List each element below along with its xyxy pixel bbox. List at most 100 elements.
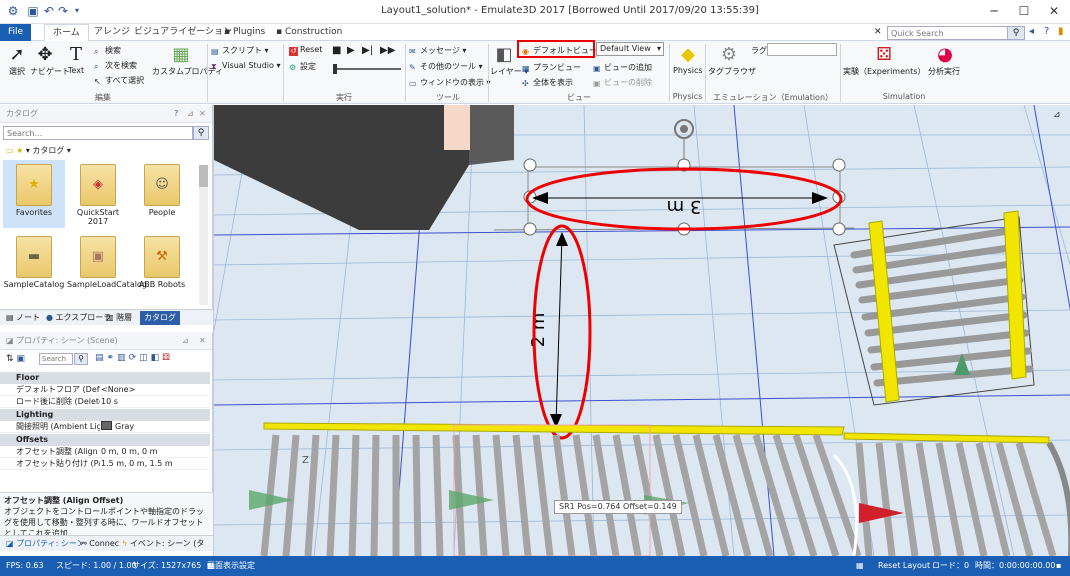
sort-alpha-icon[interactable]: ▣ <box>16 354 25 364</box>
prop-row[interactable]: デフォルトフロア (Default<None> <box>0 384 210 396</box>
delete-view-button[interactable]: ▣ ビューの削除 <box>593 77 652 88</box>
prop-section-floor[interactable]: Floor <box>0 372 210 384</box>
pin-ribbon-icon[interactable]: ✕ <box>874 27 882 37</box>
tab-hierarchy[interactable]: ▥ 階層 <box>102 311 136 325</box>
select-all-button[interactable]: ↖ すべて選択 <box>94 75 144 86</box>
find-next-button[interactable]: ⌕ 次を検索 <box>94 60 137 71</box>
help-icon[interactable]: ◂ <box>1029 26 1034 37</box>
scene-drawing[interactable]: 3 m 2 m Z <box>214 105 1070 556</box>
undo-icon[interactable]: ↶ <box>42 4 56 18</box>
minimize-button[interactable]: ─ <box>979 0 1009 22</box>
tab-home[interactable]: ホーム <box>44 24 89 41</box>
refresh-icon[interactable]: ⟳ <box>129 353 140 363</box>
catalog-item-quickstart[interactable]: ◈ QuickStart 2017 <box>67 160 129 228</box>
catalog-item-abb-robots[interactable]: ⚒ ABB Robots <box>131 232 193 306</box>
pin-icon[interactable]: ⊿ <box>182 332 189 350</box>
copy-icon[interactable]: ▤ <box>95 353 107 363</box>
experiments-button[interactable]: ⚄ 実験（Experiments） <box>843 44 925 77</box>
maximize-button[interactable]: ☐ <box>1009 0 1039 22</box>
catalog-item-favorites[interactable]: ★ Favorites <box>3 160 65 228</box>
quick-search-icon[interactable]: ⚲ <box>1007 26 1025 40</box>
tab-file[interactable]: File <box>0 24 32 41</box>
text-button[interactable]: T Text <box>65 44 87 75</box>
account-lock-icon[interactable]: ▮ <box>1058 26 1064 37</box>
select-button[interactable]: ➚ 選択 <box>6 44 28 77</box>
message-dropdown[interactable]: ✉ メッセージ ▾ <box>409 45 466 56</box>
close-icon[interactable]: ✕ <box>199 105 206 123</box>
prop-row[interactable]: オフセット貼り付け (Paste1.5 m, 0 m, 1.5 m <box>0 458 210 470</box>
catalog-search-input[interactable] <box>3 126 193 140</box>
wall-block[interactable] <box>214 105 469 230</box>
search-icon[interactable]: ⚲ <box>193 126 209 140</box>
scrollbar-thumb[interactable] <box>199 165 208 187</box>
prop-row[interactable]: 間接照明 (Ambient Lig Gray <box>0 421 210 433</box>
step-button[interactable]: ▶| <box>362 45 373 56</box>
prop-value[interactable]: Gray <box>101 421 134 433</box>
stop-button[interactable]: ■ <box>332 45 341 56</box>
tab-connections[interactable]: ⚯ Connec <box>76 537 123 551</box>
tab-catalog[interactable]: カタログ <box>140 311 180 325</box>
tab-notes[interactable]: ▤ ノート <box>2 311 44 325</box>
catalog-item-sampleloadcatalog[interactable]: ▣ SampleLoadCatalog <box>67 232 147 306</box>
add-view-button[interactable]: ▣ ビューの追加 <box>593 62 652 73</box>
close-icon[interactable]: ✕ <box>199 332 206 350</box>
cube-icon[interactable]: ◫ <box>139 353 151 363</box>
script-dropdown[interactable]: ▤ スクリプト ▾ <box>211 45 269 56</box>
catalog-item-samplecatalog[interactable]: ▬ SampleCatalog <box>3 232 65 306</box>
prop-value[interactable]: 1.5 m, 0 m, 1.5 m <box>101 458 173 470</box>
run-analysis-button[interactable]: ◕ 分析実行 <box>928 44 960 77</box>
prop-value[interactable]: 10 s <box>101 396 118 408</box>
quick-search-input[interactable] <box>887 26 1025 40</box>
rotate-handle-icon[interactable] <box>674 119 694 160</box>
scene-icon[interactable]: ◧ <box>151 353 163 363</box>
navigate-button[interactable]: ✥ ナビゲート <box>30 44 70 77</box>
viewport-pin-icon[interactable]: ⊿ <box>1053 110 1061 120</box>
roller-conveyor-bottom-right[interactable] <box>832 432 1070 556</box>
plan-view-button[interactable]: ▦ プランビュー <box>522 62 581 73</box>
info-icon[interactable]: ? <box>1044 26 1049 37</box>
speed-slider-track[interactable] <box>333 68 401 70</box>
prop-value[interactable]: <None> <box>101 384 135 396</box>
layout-icon[interactable]: ▦ <box>856 556 864 576</box>
show-all-button[interactable]: ✣ 全体を表示 <box>522 77 573 88</box>
speed-slider-handle[interactable] <box>333 64 337 74</box>
redo-icon[interactable]: ↷ <box>56 4 70 18</box>
fast-forward-button[interactable]: ▶▶ <box>380 45 395 56</box>
other-tools-dropdown[interactable]: ✎ その他のツール ▾ <box>409 61 483 72</box>
prop-row[interactable]: オフセット調整 (Align O0 m, 0 m, 0 m <box>0 446 210 458</box>
reset-button[interactable]: ↺ Reset <box>289 45 322 56</box>
search-icon[interactable]: ⚲ <box>74 353 88 365</box>
prop-value[interactable]: 0 m, 0 m, 0 m <box>101 446 157 458</box>
roller-conveyor-bottom[interactable]: Z <box>249 422 862 556</box>
filter-icon[interactable]: ▥ <box>117 353 129 363</box>
physics-button[interactable]: ◆ Physics <box>673 44 703 75</box>
search-button[interactable]: ⌕ 検索 <box>94 45 121 56</box>
display-settings-button[interactable]: ▦ 画面表示設定 ▾ <box>207 556 255 576</box>
customize-quick-access-icon[interactable]: ▾ <box>70 4 84 18</box>
tag-input[interactable] <box>767 43 837 56</box>
save-icon[interactable]: ▣ <box>26 4 40 18</box>
reset-layout-button[interactable]: Reset Layout <box>878 556 930 576</box>
help-icon[interactable]: ? <box>174 105 178 123</box>
view-select[interactable]: Default View ▾ <box>596 42 664 56</box>
pin-icon[interactable]: ⊿ <box>187 105 194 123</box>
close-button[interactable]: ✕ <box>1039 0 1069 22</box>
play-button[interactable]: ▶ <box>347 45 355 56</box>
tab-plugins[interactable]: ▪ Plugins <box>216 24 273 41</box>
roller-conveyor-right[interactable] <box>833 210 1035 406</box>
tab-construction[interactable]: ▪ Construction <box>268 24 350 41</box>
prop-section-offsets[interactable]: Offsets <box>0 434 210 446</box>
tag-browser-button[interactable]: ⚙ タグブラウザ <box>708 44 756 77</box>
visual-studio-dropdown[interactable]: ⧗ Visual Studio ▾ <box>211 61 280 71</box>
window-display-dropdown[interactable]: ▭ウィンドウの表示 ▾ <box>409 77 491 88</box>
tab-events-scene[interactable]: ϟ イベント: シーン (タ <box>118 537 208 551</box>
dice-icon[interactable]: ⚄ <box>162 353 173 363</box>
catalog-scrollbar[interactable] <box>199 165 208 305</box>
3d-viewport[interactable]: 3 m 2 m Z <box>213 105 1070 556</box>
properties-search-input[interactable] <box>39 353 73 365</box>
prop-row[interactable]: ロード後に削除 (Delete 10 s <box>0 396 210 408</box>
catalog-breadcrumb[interactable]: ▭ ★ ▾ カタログ ▾ <box>6 145 71 156</box>
sort-category-icon[interactable]: ⇅ <box>6 354 14 364</box>
link-icon[interactable]: ⚭ <box>107 353 118 363</box>
prop-section-lighting[interactable]: Lighting <box>0 409 210 421</box>
